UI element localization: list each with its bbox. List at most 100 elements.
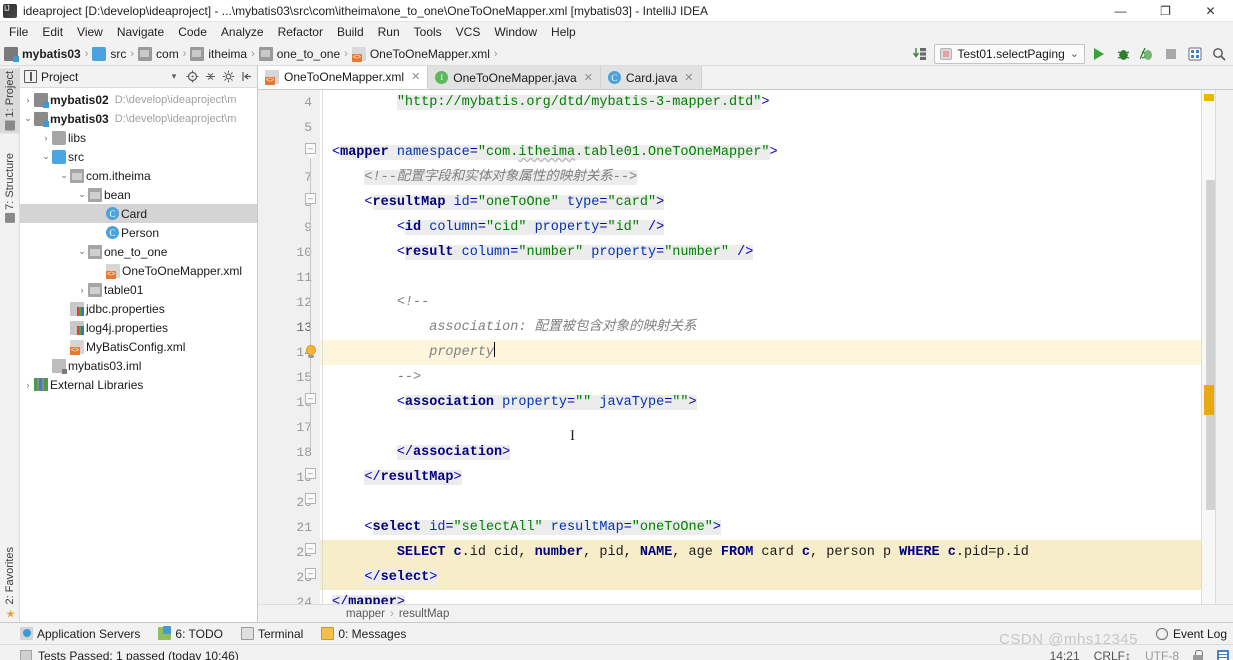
breadcrumb-item-one-to-one[interactable]: one_to_one — [277, 47, 340, 61]
fold-end-association[interactable]: – — [305, 543, 316, 554]
collapse-all-icon[interactable] — [203, 70, 217, 84]
tree-row-jdbc-properties[interactable]: jdbc.properties — [20, 299, 257, 318]
fold-end-comment[interactable]: – — [305, 468, 316, 479]
tree-row-mybatisconfig-xml[interactable]: MyBatisConfig.xml — [20, 337, 257, 356]
fold-toggle-resultmap[interactable]: – — [305, 193, 316, 204]
menu-navigate[interactable]: Navigate — [110, 24, 171, 40]
analysis-marker-strip[interactable] — [1201, 90, 1215, 604]
breadcrumb-item-file[interactable]: OneToOneMapper.xml — [370, 47, 490, 61]
close-icon[interactable]: ✕ — [684, 71, 693, 84]
tree-row-mybatis03[interactable]: ⌄ mybatis03 D:\develop\ideaproject\m — [20, 109, 257, 128]
menu-build[interactable]: Build — [330, 24, 371, 40]
event-log-button[interactable]: Event Log — [1155, 627, 1227, 641]
tab-onetoonemapper-java[interactable]: I OneToOneMapper.java ✕ — [428, 66, 601, 89]
minimize-button[interactable]: — — [1098, 0, 1143, 22]
expand-arrow-icon[interactable]: › — [22, 95, 34, 105]
project-tree[interactable]: › mybatis02 D:\develop\ideaproject\m ⌄ m… — [20, 88, 257, 622]
status-line-separator[interactable]: CRLF↕ — [1094, 649, 1131, 660]
collapse-arrow-icon[interactable]: ⌄ — [58, 170, 70, 181]
bottom-item-messages[interactable]: 0: Messages — [321, 627, 406, 641]
bottom-item-application-servers[interactable]: Application Servers — [20, 627, 140, 641]
breadcrumb-item-src[interactable]: src — [110, 47, 126, 61]
intention-bulb-icon[interactable] — [304, 345, 317, 358]
collapse-arrow-icon[interactable]: ⌄ — [22, 113, 34, 124]
chevron-down-icon[interactable]: ▾ — [167, 70, 181, 84]
main-area: 1: Project 7: Structure ★ 2: Favorites P… — [0, 66, 1233, 622]
tree-label: Person — [121, 225, 160, 240]
tree-label: table01 — [104, 282, 144, 297]
run-configuration-selector[interactable]: Test01.selectPaging ⌄ — [934, 43, 1085, 64]
hide-panel-icon[interactable] — [239, 70, 253, 84]
tab-card-java[interactable]: C Card.java ✕ — [600, 66, 702, 89]
tree-row-log4j-properties[interactable]: log4j.properties — [20, 318, 257, 337]
debug-button[interactable] — [1113, 44, 1133, 64]
breadcrumb-item-com[interactable]: com — [156, 47, 179, 61]
expand-arrow-icon[interactable]: › — [40, 133, 52, 143]
close-icon[interactable]: ✕ — [411, 70, 420, 83]
status-encoding[interactable]: UTF-8 — [1145, 649, 1179, 660]
todo-icon — [158, 626, 172, 640]
expand-arrow-icon[interactable]: › — [76, 285, 88, 295]
tree-row-mybatis02[interactable]: › mybatis02 D:\develop\ideaproject\m — [20, 90, 257, 109]
locate-icon[interactable] — [185, 70, 199, 84]
code-editor[interactable]: "http://mybatis.org/dtd/mybatis-3-mapper… — [320, 90, 1201, 604]
lock-icon[interactable] — [1193, 649, 1203, 660]
tree-row-libs[interactable]: › libs — [20, 128, 257, 147]
breadcrumb-item-module[interactable]: mybatis03 — [22, 47, 81, 61]
editor-scrollbar-thumb[interactable] — [1206, 180, 1215, 510]
search-everywhere-icon[interactable] — [1209, 44, 1229, 64]
menu-run[interactable]: Run — [371, 24, 407, 40]
tree-row-bean[interactable]: ⌄ bean — [20, 185, 257, 204]
current-position-marker[interactable] — [1204, 385, 1214, 415]
menu-window[interactable]: Window — [487, 24, 544, 40]
bottom-item-terminal[interactable]: Terminal — [240, 627, 303, 641]
menu-vcs[interactable]: VCS — [449, 24, 488, 40]
breadcrumb-mapper[interactable]: mapper — [346, 608, 385, 620]
tree-row-one-to-one[interactable]: ⌄ one_to_one — [20, 242, 257, 261]
fold-toggle-association[interactable]: – — [305, 493, 316, 504]
maximize-button[interactable]: ❐ — [1143, 0, 1188, 22]
sidebar-item-favorites[interactable]: ★ 2: Favorites — [0, 544, 20, 620]
fold-end-resultmap[interactable]: – — [305, 568, 316, 579]
expand-arrow-icon[interactable]: › — [22, 380, 34, 390]
tree-row-com-itheima[interactable]: ⌄ com.itheima — [20, 166, 257, 185]
sidebar-item-structure[interactable]: 7: Structure — [0, 150, 20, 226]
bottom-item-todo[interactable]: 6: TODO — [158, 626, 223, 641]
breadcrumb-item-itheima[interactable]: itheima — [208, 47, 247, 61]
tree-row-external-libraries[interactable]: › External Libraries — [20, 375, 257, 394]
fold-toggle-comment[interactable]: – — [305, 393, 316, 404]
menu-edit[interactable]: Edit — [35, 24, 70, 40]
breadcrumb-resultmap[interactable]: resultMap — [399, 608, 450, 620]
update-project-icon[interactable] — [910, 44, 930, 64]
tree-row-mybatis03-iml[interactable]: mybatis03.iml — [20, 356, 257, 375]
gear-icon[interactable] — [221, 70, 235, 84]
collapse-arrow-icon[interactable]: ⌄ — [76, 189, 88, 200]
project-panel-header: Project ▾ — [20, 66, 257, 88]
run-button[interactable] — [1089, 44, 1109, 64]
tree-row-src[interactable]: ⌄ src — [20, 147, 257, 166]
sidebar-item-project[interactable]: 1: Project — [0, 68, 20, 134]
tree-row-table01[interactable]: › table01 — [20, 280, 257, 299]
tree-row-onetoonemapper-xml[interactable]: OneToOneMapper.xml — [20, 261, 257, 280]
stop-button[interactable] — [1161, 44, 1181, 64]
collapse-arrow-icon[interactable]: ⌄ — [40, 151, 52, 162]
run-with-coverage-button[interactable] — [1137, 44, 1157, 64]
fold-toggle-mapper[interactable]: – — [305, 143, 316, 154]
menu-file[interactable]: File — [2, 24, 35, 40]
menu-code[interactable]: Code — [171, 24, 214, 40]
menu-tools[interactable]: Tools — [407, 24, 449, 40]
warning-marker[interactable] — [1204, 94, 1214, 101]
collapse-arrow-icon[interactable]: ⌄ — [76, 246, 88, 257]
tab-onetoonemapper-xml[interactable]: OneToOneMapper.xml ✕ — [258, 66, 429, 89]
menu-refactor[interactable]: Refactor — [271, 24, 330, 40]
editor-gutter[interactable]: 4 5 6 7 8 9 10 11 12 13 14 15 16 17 18 1… — [258, 90, 320, 604]
close-button[interactable]: ✕ — [1188, 0, 1233, 22]
menu-analyze[interactable]: Analyze — [214, 24, 271, 40]
database-toolbar-icon[interactable] — [1185, 44, 1205, 64]
menu-view[interactable]: View — [70, 24, 110, 40]
close-icon[interactable]: ✕ — [584, 71, 593, 84]
menu-help[interactable]: Help — [544, 24, 583, 40]
tree-row-person[interactable]: C Person — [20, 223, 257, 242]
tree-row-card[interactable]: C Card — [20, 204, 257, 223]
database-icon[interactable] — [1217, 649, 1229, 660]
